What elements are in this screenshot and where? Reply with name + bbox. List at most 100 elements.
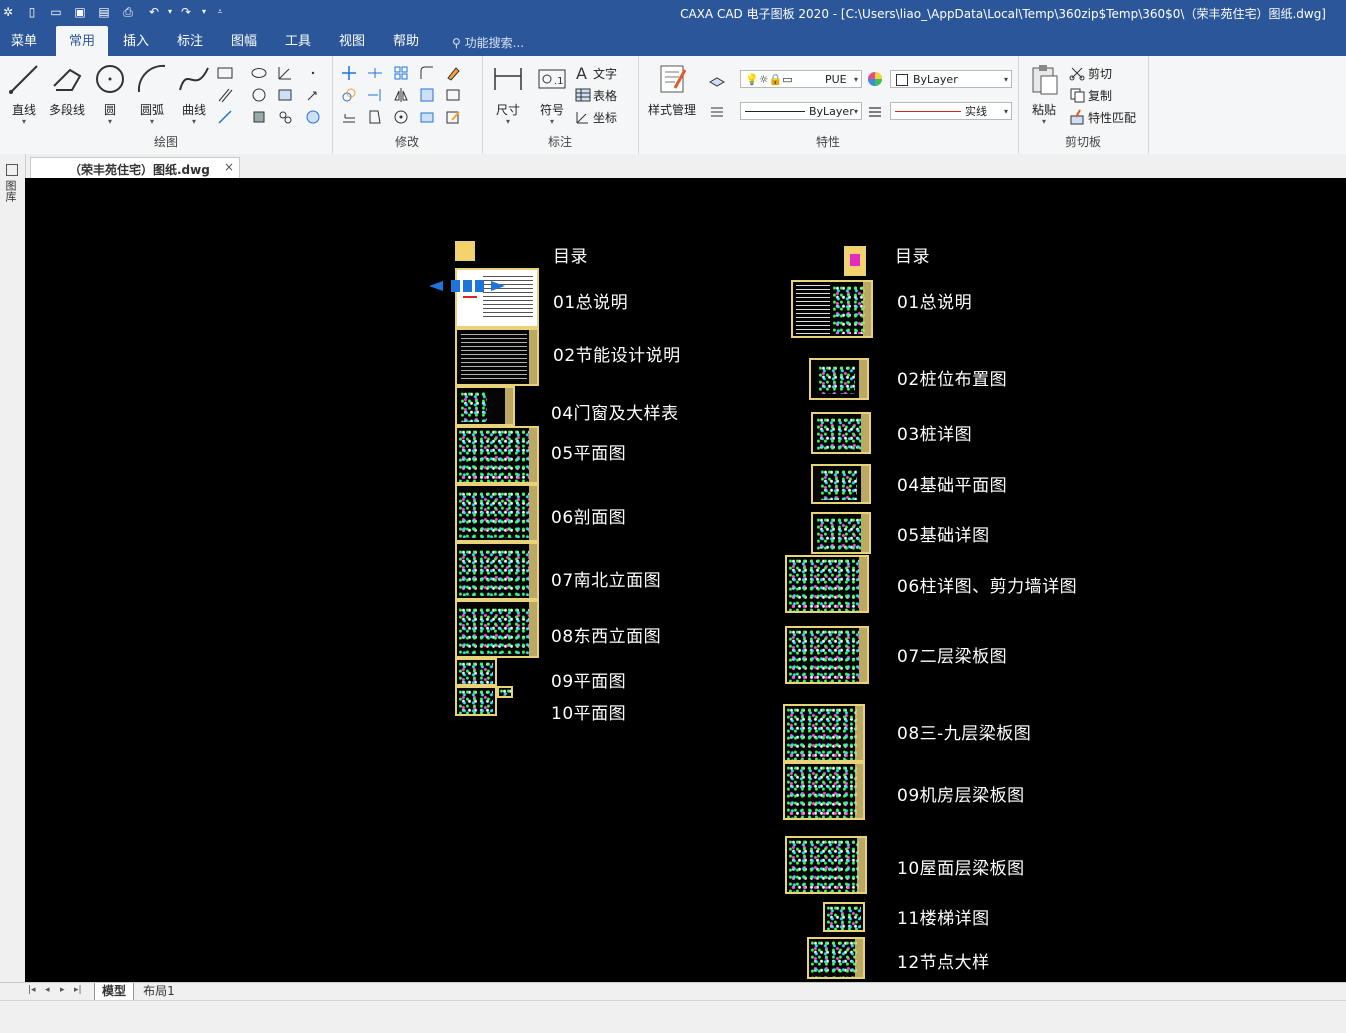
grip-squares[interactable]: [451, 280, 485, 292]
sheet-thumbnail[interactable]: [823, 902, 865, 932]
dimension-button[interactable]: 尺寸 ▾: [488, 62, 528, 126]
copy-object-icon[interactable]: [340, 86, 358, 104]
drawing-canvas[interactable]: 目录 01总说明 02节能设计说明 04门窗及大样表 05平面图 06剖面图 0…: [25, 178, 1346, 982]
feature-search[interactable]: ⚲ 功能搜索...: [452, 34, 524, 51]
tab-layout1[interactable]: 布局1: [136, 983, 182, 1000]
next-tab-icon[interactable]: ▸: [60, 985, 65, 995]
construction-line-icon[interactable]: [216, 108, 234, 126]
tab-model[interactable]: 模型: [94, 983, 134, 1001]
offset-icon[interactable]: [340, 108, 358, 126]
circle-button[interactable]: 圆 ▾: [90, 62, 130, 126]
sheet-thumbnail[interactable]: [455, 386, 515, 426]
eraser-icon[interactable]: [444, 64, 462, 82]
copy-label[interactable]: 复制: [1088, 87, 1112, 104]
sheet-thumbnail[interactable]: [809, 358, 869, 400]
match-properties-label[interactable]: 特性匹配: [1088, 109, 1136, 126]
text-icon[interactable]: A: [574, 64, 592, 82]
sheet-thumbnail[interactable]: [455, 268, 539, 328]
spline-group-icon[interactable]: [276, 108, 294, 126]
arrow-pointer-icon[interactable]: [304, 86, 322, 104]
redo-dropdown-icon[interactable]: ▾: [196, 4, 212, 20]
symbol-button[interactable]: .1 符号 ▾: [532, 62, 572, 126]
sheet-thumbnail[interactable]: [807, 937, 865, 979]
hatch-icon[interactable]: [250, 86, 268, 104]
tab-tools[interactable]: 工具: [274, 26, 322, 56]
array-icon[interactable]: [392, 64, 410, 82]
explode-icon[interactable]: [418, 108, 436, 126]
grip-right-arrow-icon[interactable]: [491, 281, 505, 291]
extend-icon[interactable]: [366, 86, 384, 104]
print-icon[interactable]: ⎙: [120, 4, 136, 20]
rectangle-icon[interactable]: [216, 64, 234, 82]
last-tab-icon[interactable]: ▸|: [74, 985, 82, 995]
sheet-thumbnail[interactable]: [455, 328, 539, 386]
close-icon[interactable]: ×: [224, 160, 234, 174]
sheet-thumbnail[interactable]: [791, 280, 873, 338]
coordinate-button-label[interactable]: 坐标: [593, 109, 617, 126]
tab-sheet[interactable]: 图幅: [220, 26, 268, 56]
prev-tab-icon[interactable]: ◂: [45, 985, 50, 995]
copy-icon[interactable]: [1068, 86, 1086, 104]
layer-manager-icon[interactable]: [708, 72, 726, 90]
cut-label[interactable]: 剪切: [1088, 65, 1112, 82]
tab-common[interactable]: 常用: [56, 26, 108, 56]
table-draw-icon[interactable]: [276, 86, 294, 104]
sheet-thumbnail[interactable]: [455, 484, 539, 542]
sheet-thumbnail[interactable]: [455, 241, 475, 261]
line-button[interactable]: 直线 ▾: [4, 62, 44, 126]
sheet-thumbnail[interactable]: [785, 555, 869, 613]
sheet-thumbnail[interactable]: [785, 626, 869, 684]
tab-view[interactable]: 视图: [328, 26, 376, 56]
linetype-manager-icon[interactable]: [708, 102, 726, 120]
table-button-label[interactable]: 表格: [593, 87, 617, 104]
sheet-thumbnail[interactable]: [455, 658, 497, 686]
cloud-icon[interactable]: [304, 108, 322, 126]
sheet-thumbnail[interactable]: [811, 512, 871, 554]
paste-button[interactable]: 粘贴 ▾: [1024, 62, 1064, 126]
sheet-thumbnail[interactable]: [783, 704, 865, 762]
arc-button[interactable]: 圆弧 ▾: [132, 62, 172, 126]
save-icon[interactable]: ▣: [72, 4, 88, 20]
table-icon[interactable]: [574, 86, 592, 104]
ellipse-icon[interactable]: [250, 64, 268, 82]
layer-combo[interactable]: 💡☼🔒▭ PUE ▾: [740, 70, 862, 88]
rotate-icon[interactable]: [392, 108, 410, 126]
point-icon[interactable]: [304, 64, 322, 82]
tab-help[interactable]: 帮助: [382, 26, 430, 56]
undo-dropdown-icon[interactable]: ▾: [162, 4, 178, 20]
sheet-thumbnail[interactable]: [455, 686, 497, 716]
sheet-thumbnail[interactable]: [811, 464, 871, 504]
break-icon[interactable]: [444, 86, 462, 104]
sheet-thumbnail[interactable]: [497, 686, 513, 698]
document-tab[interactable]: （荣丰苑住宅）图纸.dwg ×: [30, 157, 240, 178]
text-button-label[interactable]: 文字: [593, 65, 617, 82]
parallel-line-icon[interactable]: [216, 86, 234, 104]
customize-quickaccess-icon[interactable]: ⩡: [212, 4, 228, 20]
library-side-strip[interactable]: 图库: [0, 154, 26, 982]
stretch-icon[interactable]: [366, 108, 384, 126]
angle-line-icon[interactable]: [276, 64, 294, 82]
trim-icon[interactable]: [366, 64, 384, 82]
mirror-icon[interactable]: [392, 86, 410, 104]
boundary-icon[interactable]: [250, 108, 268, 126]
curve-button[interactable]: 曲线 ▾: [174, 62, 214, 126]
sheet-thumbnail[interactable]: [783, 762, 865, 820]
sheet-thumbnail[interactable]: [455, 542, 539, 600]
sheet-thumbnail[interactable]: [785, 836, 867, 894]
color-combo[interactable]: ByLayer ▾: [890, 70, 1012, 88]
style-manager-button[interactable]: 样式管理: [644, 62, 700, 118]
tab-menu[interactable]: 菜单: [0, 26, 48, 56]
tab-insert[interactable]: 插入: [112, 26, 160, 56]
edit-block-icon[interactable]: [444, 108, 462, 126]
lineweight-icon[interactable]: [866, 102, 884, 120]
selection-grip-arrows[interactable]: [429, 280, 511, 292]
scissors-icon[interactable]: [1068, 64, 1086, 82]
open-folder-icon[interactable]: ▭: [48, 4, 64, 20]
sheet-thumbnail[interactable]: [811, 412, 871, 454]
linewidth-combo[interactable]: 实线 ▾: [890, 102, 1012, 120]
sheet-thumbnail[interactable]: [844, 246, 866, 276]
sheet-thumbnail[interactable]: [455, 426, 539, 484]
match-properties-icon[interactable]: [1068, 108, 1086, 126]
polyline-button[interactable]: 多段线: [46, 62, 88, 118]
move-icon[interactable]: [340, 64, 358, 82]
